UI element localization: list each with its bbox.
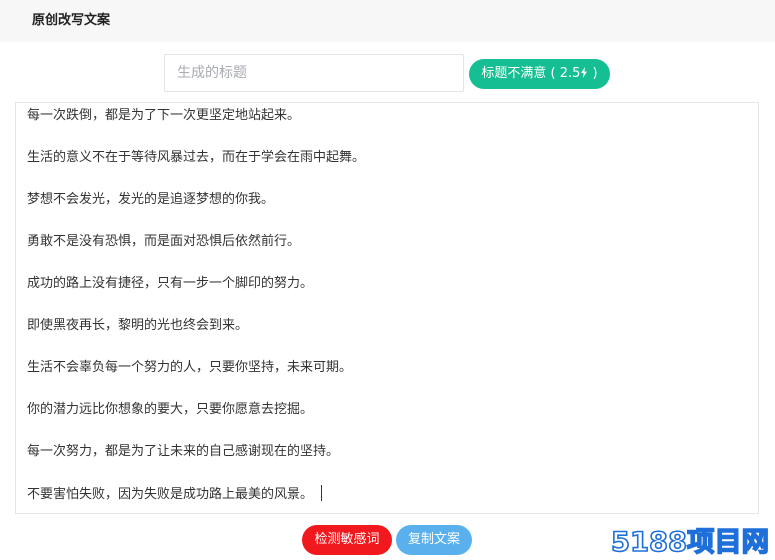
header-bar: 原创改写文案 bbox=[0, 0, 775, 42]
copy-line: 生活不会辜负每一个努力的人，只要你坚持，未来可期。 bbox=[27, 360, 353, 375]
generated-title-input[interactable] bbox=[164, 54, 464, 92]
copy-line-text: 不要害怕失败，因为失败是成功路上最美的风景。 bbox=[27, 487, 314, 502]
copy-line: 每一次努力，都是为了让未来的自己感谢现在的坚持。 bbox=[27, 444, 340, 459]
copy-line: 梦想不会发光，发光的是追逐梦想的你我。 bbox=[27, 192, 275, 207]
copy-text-button[interactable]: 复制文案 bbox=[396, 525, 472, 555]
site-watermark-text: 5188项目网 bbox=[611, 527, 769, 555]
copy-line: 每一次跌倒，都是为了下一次更坚定地站起来。 bbox=[27, 108, 301, 123]
copy-line-last: 不要害怕失败，因为失败是成功路上最美的风景。 bbox=[27, 485, 323, 504]
regenerate-title-suffix: ) bbox=[588, 66, 598, 81]
rewritten-copy-textarea[interactable]: 每一次跌倒，都是为了下一次更坚定地站起来。 生活的意义不在于等待风暴过去，而在于… bbox=[15, 102, 759, 514]
regenerate-title-label: 标题不满意 ( 2.5 bbox=[481, 66, 581, 81]
text-caret bbox=[321, 485, 323, 501]
copy-line: 成功的路上没有捷径，只有一步一个脚印的努力。 bbox=[27, 276, 314, 291]
copy-line: 生活的意义不在于等待风暴过去，而在于学会在雨中起舞。 bbox=[27, 150, 366, 165]
copy-line: 即使黑夜再长，黎明的光也终会到来。 bbox=[27, 318, 249, 333]
detect-sensitive-words-button[interactable]: 检测敏感词 bbox=[302, 525, 392, 555]
site-watermark-logo: 5188项目网 bbox=[611, 526, 770, 555]
copy-line: 你的潜力远比你想象的要大，只要你愿意去挖掘。 bbox=[27, 402, 314, 417]
page: 原创改写文案 标题不满意 ( 2.5 ) 每一次跌倒，都是为了下一次更坚定地站起… bbox=[0, 0, 775, 560]
page-title: 原创改写文案 bbox=[32, 13, 111, 28]
copy-line: 勇敢不是没有恐惧，而是面对恐惧后依然前行。 bbox=[27, 234, 301, 249]
regenerate-title-button[interactable]: 标题不满意 ( 2.5 ) bbox=[469, 59, 610, 89]
